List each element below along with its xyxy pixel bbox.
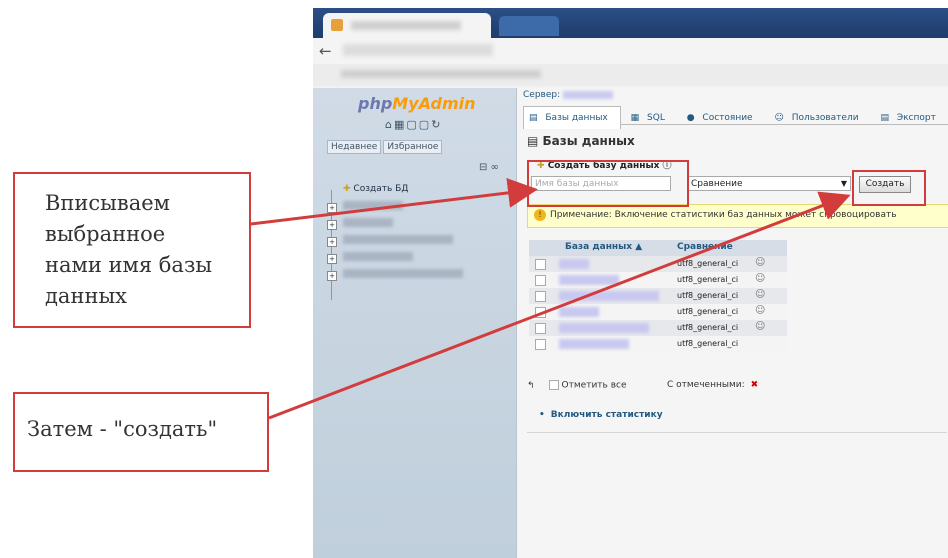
server-breadcrumb[interactable]: Сервер:	[523, 90, 613, 100]
expand-icon[interactable]: +	[327, 220, 337, 230]
expand-icon[interactable]: +	[327, 203, 337, 213]
browser-window: ← phpMyAdmin ⌂▦▢▢↻ Недавнее Избранное ⊟ ∞…	[313, 8, 948, 558]
privileges-icon[interactable]: ☺	[755, 257, 765, 268]
new-db-icon: ✚	[343, 184, 351, 194]
favicon-icon	[331, 19, 343, 31]
bookmarks-bar	[313, 64, 948, 86]
column-collation[interactable]: Сравнение	[677, 242, 733, 252]
tree-item[interactable]: +	[327, 252, 463, 269]
check-all[interactable]: ↰ Отметить все	[527, 380, 627, 391]
arrow-up-left-icon: ↰	[527, 380, 535, 391]
docs-icon[interactable]: ▢	[406, 118, 418, 131]
pma-navigation-panel: phpMyAdmin ⌂▦▢▢↻ Недавнее Избранное ⊟ ∞ ✚…	[313, 88, 517, 558]
collapse-link-icon[interactable]: ⊟ ∞	[479, 162, 499, 173]
nav-tabs: Недавнее Избранное	[327, 140, 444, 154]
expand-icon[interactable]: +	[327, 237, 337, 247]
check-all-checkbox[interactable]	[548, 380, 559, 390]
table-row: utf8_general_ci	[529, 336, 787, 352]
with-selected: С отмеченными: ✖	[667, 380, 759, 390]
tree-item[interactable]: +	[327, 235, 463, 252]
tab-favorites[interactable]: Избранное	[383, 140, 443, 154]
table-header: База данных ▲ Сравнение	[529, 240, 787, 256]
page-title: ▤ Базы данных	[527, 134, 635, 148]
table-row: utf8_general_ci ☺	[529, 304, 787, 320]
browser-tab-2[interactable]	[499, 16, 559, 36]
privileges-icon[interactable]: ☺	[755, 321, 765, 332]
table-row: utf8_general_ci ☺	[529, 320, 787, 336]
settings-icon[interactable]: ▢	[419, 118, 431, 131]
bookmarks-blurred	[341, 70, 541, 78]
db-tree: ✚ Создать БД + + + + +	[327, 184, 463, 286]
callout-then-create: Затем - "создать"	[13, 392, 269, 472]
row-checkbox[interactable]	[535, 259, 546, 270]
table-row: utf8_general_ci ☺	[529, 288, 787, 304]
warning-icon: !	[534, 208, 546, 221]
collation-select[interactable]: Сравнение ▼	[687, 176, 851, 191]
divider	[527, 432, 947, 433]
database-icon[interactable]: ▦	[394, 118, 406, 131]
tree-item[interactable]: +	[327, 201, 463, 218]
url-field-blurred[interactable]	[343, 44, 493, 56]
address-bar: ←	[313, 38, 948, 65]
nav-icon-row: ⌂▦▢▢↻	[385, 118, 442, 131]
column-database-sort[interactable]: База данных ▲	[565, 242, 642, 252]
tab-export[interactable]: ▤ Экспорт	[875, 107, 947, 129]
tab-title-blurred	[351, 21, 461, 30]
tab-recent[interactable]: Недавнее	[327, 140, 382, 154]
row-checkbox[interactable]	[535, 307, 546, 318]
phpmyadmin-logo[interactable]: phpMyAdmin	[358, 94, 476, 113]
table-row: utf8_general_ci ☺	[529, 256, 787, 272]
notice-box: ! Примечание: Включение статистики баз да…	[527, 204, 948, 228]
callout-enter-name: Вписываем выбранное нами имя базы данных	[13, 172, 251, 328]
row-checkbox[interactable]	[535, 275, 546, 286]
tab-status[interactable]: ● Состояние	[682, 107, 765, 129]
drop-icon[interactable]: ✖	[751, 380, 759, 390]
table-row: utf8_general_ci ☺	[529, 272, 787, 288]
databases-table: База данных ▲ Сравнение utf8_general_ci ☺…	[529, 240, 787, 352]
home-icon[interactable]: ⌂	[385, 118, 394, 131]
top-tabs: ▤ Базы данных ▦ SQL ● Состояние ☺ Пользо…	[523, 106, 948, 129]
highlight-create-db	[527, 160, 689, 207]
back-arrow-icon[interactable]: ←	[319, 42, 332, 60]
row-checkbox[interactable]	[535, 339, 546, 350]
privileges-icon[interactable]: ☺	[755, 289, 765, 300]
tree-item[interactable]: +	[327, 269, 463, 286]
tab-sql[interactable]: ▦ SQL	[626, 107, 677, 129]
expand-icon[interactable]: +	[327, 254, 337, 264]
reload-icon[interactable]: ↻	[431, 118, 442, 131]
tree-create-db[interactable]: ✚ Создать БД	[327, 184, 463, 201]
tab-users[interactable]: ☺ Пользователи	[769, 107, 870, 129]
enable-statistics-link[interactable]: • Включить статистику	[539, 410, 663, 420]
tree-item[interactable]: +	[327, 218, 463, 235]
tab-databases[interactable]: ▤ Базы данных	[523, 106, 621, 129]
privileges-icon[interactable]: ☺	[755, 305, 765, 316]
browser-tab[interactable]	[323, 13, 491, 38]
pma-main-panel: Сервер: ▤ Базы данных ▦ SQL ● Состояние …	[517, 88, 948, 558]
privileges-icon[interactable]: ☺	[755, 273, 765, 284]
highlight-create-button	[852, 170, 926, 206]
chevron-down-icon: ▼	[840, 179, 847, 188]
row-checkbox[interactable]	[535, 323, 546, 334]
row-checkbox[interactable]	[535, 291, 546, 302]
browser-tab-bar	[313, 8, 948, 38]
expand-icon[interactable]: +	[327, 271, 337, 281]
